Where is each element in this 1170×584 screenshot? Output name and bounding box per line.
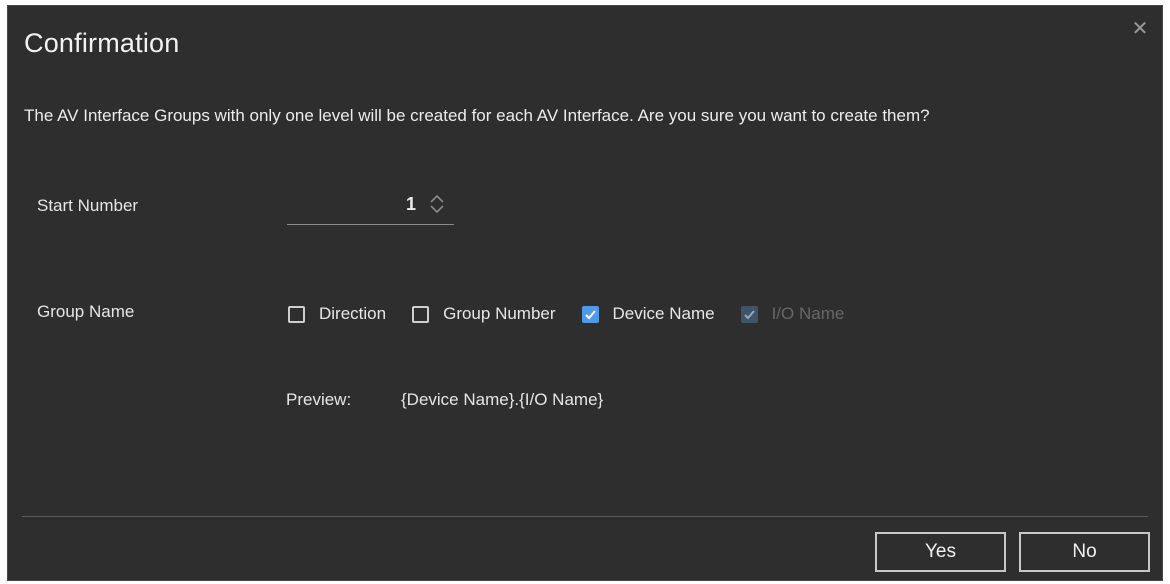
checkbox-label: Group Number <box>443 304 556 323</box>
direction-checkbox[interactable]: Direction <box>288 304 386 324</box>
up-down-arrows-icon[interactable] <box>428 192 446 216</box>
device-name-checkbox[interactable]: Device Name <box>581 304 715 324</box>
yes-button[interactable]: Yes <box>875 532 1006 572</box>
checkbox-box <box>740 305 758 323</box>
checkbox-label: Device Name <box>612 304 715 323</box>
checkbox-label: I/O Name <box>771 304 845 323</box>
checkbox-box[interactable] <box>581 305 599 323</box>
group-number-checkbox[interactable]: Group Number <box>412 304 556 324</box>
close-icon[interactable]: ✕ <box>1128 16 1152 40</box>
checkmark-icon <box>584 309 596 319</box>
preview-label: Preview: <box>286 390 352 409</box>
checkbox-box[interactable] <box>412 305 430 323</box>
checkmark-icon <box>743 309 755 319</box>
start-number-label: Start Number <box>37 196 139 215</box>
checkbox-box[interactable] <box>288 305 305 323</box>
confirmation-dialog: Confirmation ✕ The AV Interface Groups w… <box>7 5 1163 581</box>
confirmation-message: The AV Interface Groups with only one le… <box>24 106 930 125</box>
io-name-checkbox: I/O Name <box>740 304 845 324</box>
group-name-options: Direction Group Number Device Name I/O N… <box>288 301 870 327</box>
checkbox-label: Direction <box>319 304 387 323</box>
footer-divider <box>22 516 1148 517</box>
start-number-value[interactable]: 1 <box>406 194 416 215</box>
preview-value: {Device Name}.{I/O Name} <box>401 390 604 409</box>
dialog-title: Confirmation <box>24 28 180 58</box>
group-name-label: Group Name <box>37 302 135 321</box>
no-button[interactable]: No <box>1019 532 1150 572</box>
start-number-stepper[interactable]: 1 <box>287 186 454 225</box>
